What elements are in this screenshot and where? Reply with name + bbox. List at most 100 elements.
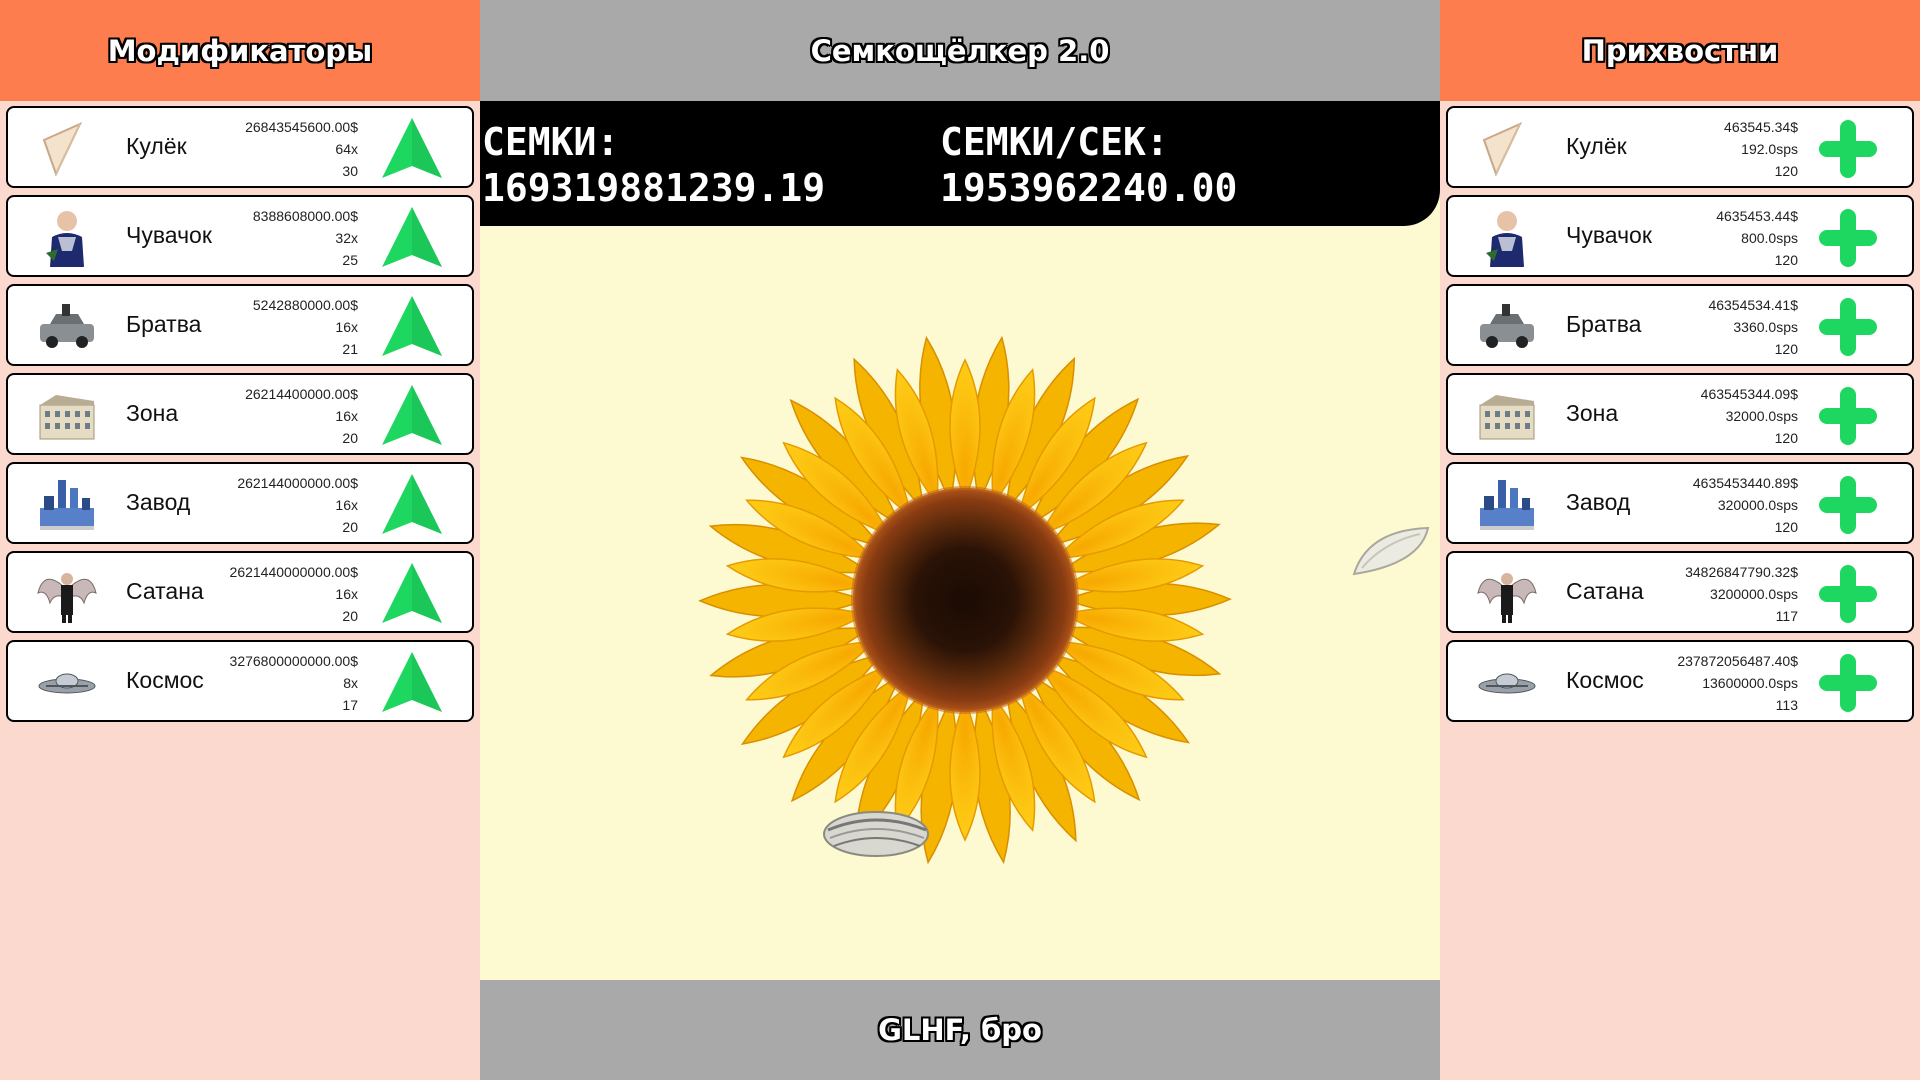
buy-button[interactable] (1816, 294, 1880, 360)
paper-cone-icon (1476, 118, 1538, 180)
item-name: Завод (1566, 489, 1631, 515)
rate-value: 1953962240.00 (940, 166, 1238, 210)
buy-button[interactable] (1816, 650, 1880, 716)
item-multiplier: 16x (335, 408, 358, 424)
item-price: 34826847790.32$ (1685, 564, 1798, 580)
item-count: 117 (1775, 608, 1798, 624)
item-price: 463545.34$ (1724, 119, 1798, 135)
minions-panel: Прихвостни Кулёк 463545.34$ 192.0sps 120 Чув… (1440, 0, 1920, 1080)
item-stats: 4635453440.89$ 320000.0sps 120 (1693, 472, 1798, 538)
item-count: 120 (1774, 430, 1798, 446)
minions-list: Кулёк 463545.34$ 192.0sps 120 Чувачок 4635453… (1446, 106, 1914, 729)
upgrade-button[interactable] (380, 650, 444, 716)
item-stats: 4635453.44$ 800.0sps 120 (1716, 205, 1798, 271)
item-level: 20 (342, 608, 358, 624)
buy-button[interactable] (1816, 472, 1880, 538)
item-level: 30 (342, 163, 358, 179)
item-stats: 34826847790.32$ 3200000.0sps 117 (1685, 561, 1798, 627)
item-price: 2621440000000.00$ (229, 564, 358, 580)
upgrade-button[interactable] (380, 205, 444, 271)
item-price: 4635453440.89$ (1692, 475, 1798, 491)
minion-card: Космос 237872056487.40$ 13600000.0sps 113 (1446, 640, 1914, 722)
ufo-icon (1476, 652, 1538, 714)
item-multiplier: 16x (335, 586, 358, 602)
car-icon (36, 296, 98, 358)
item-count: 120 (1774, 519, 1798, 535)
modifier-card: Сатана 2621440000000.00$ 16x 20 (6, 551, 474, 633)
dude-icon (1476, 207, 1538, 269)
seeds-label: СЕМКИ: (482, 120, 620, 164)
item-count: 113 (1775, 697, 1798, 713)
item-stats: 237872056487.40$ 13600000.0sps 113 (1677, 650, 1798, 716)
upgrade-button[interactable] (380, 383, 444, 449)
item-price: 5242880000.00$ (252, 297, 358, 313)
item-count: 120 (1774, 341, 1798, 357)
item-rate: 3200000.0sps (1710, 586, 1798, 602)
upgrade-button[interactable] (380, 116, 444, 182)
winged-man-icon (36, 563, 98, 625)
item-rate: 3360.0sps (1733, 319, 1798, 335)
item-price: 8388608000.00$ (252, 208, 358, 224)
item-stats: 5242880000.00$ 16x 21 (253, 294, 358, 360)
item-name: Сатана (1566, 578, 1644, 604)
buy-button[interactable] (1816, 561, 1880, 627)
ufo-icon (36, 652, 98, 714)
item-name: Зона (126, 400, 179, 426)
item-stats: 26214400000.00$ 16x 20 (245, 383, 358, 449)
minion-card: Чувачок 4635453.44$ 800.0sps 120 (1446, 195, 1914, 277)
buy-button[interactable] (1816, 383, 1880, 449)
minion-card: Братва 46354534.41$ 3360.0sps 120 (1446, 284, 1914, 366)
winged-man-icon (1476, 563, 1538, 625)
seeds-value: 169319881239.19 (482, 166, 826, 210)
seeds-counter: СЕМКИ: 169319881239.19 (482, 119, 825, 211)
minion-card: Зона 463545344.09$ 32000.0sps 120 (1446, 373, 1914, 455)
item-multiplier: 32x (335, 230, 358, 246)
stats-bar: СЕМКИ: 169319881239.19 СЕМКИ/СЕК: 195396… (480, 101, 1440, 226)
factory-icon (36, 474, 98, 536)
item-level: 20 (342, 430, 358, 446)
item-stats: 463545344.09$ 32000.0sps 120 (1701, 383, 1798, 449)
minion-card: Завод 4635453440.89$ 320000.0sps 120 (1446, 462, 1914, 544)
prison-building-icon (36, 385, 98, 447)
rate-label: СЕМКИ/СЕК: (940, 120, 1169, 164)
item-price: 4635453.44$ (1716, 208, 1798, 224)
item-rate: 32000.0sps (1725, 408, 1798, 424)
seed-icon (1352, 526, 1430, 576)
item-multiplier: 8x (343, 675, 358, 691)
modifier-card: Зона 26214400000.00$ 16x 20 (6, 373, 474, 455)
modifiers-list: Кулёк 26843545600.00$ 64x 30 Чувачок 83886080… (6, 106, 474, 729)
minions-title: Прихвостни (1440, 0, 1920, 101)
sunflower-icon[interactable] (685, 320, 1245, 880)
upgrade-button[interactable] (380, 472, 444, 538)
item-level: 21 (342, 341, 358, 357)
item-level: 25 (342, 252, 358, 268)
item-multiplier: 16x (335, 497, 358, 513)
item-rate: 192.0sps (1741, 141, 1798, 157)
upgrade-button[interactable] (380, 561, 444, 627)
item-multiplier: 64x (335, 141, 358, 157)
modifier-card: Завод 262144000000.00$ 16x 20 (6, 462, 474, 544)
upgrade-button[interactable] (380, 294, 444, 360)
item-stats: 26843545600.00$ 64x 30 (245, 116, 358, 182)
buy-button[interactable] (1816, 116, 1880, 182)
item-stats: 463545.34$ 192.0sps 120 (1724, 116, 1798, 182)
minion-card: Кулёк 463545.34$ 192.0sps 120 (1446, 106, 1914, 188)
item-rate: 320000.0sps (1717, 497, 1798, 513)
game-title: Семкощёлкер 2.0 (480, 0, 1440, 101)
minion-card: Сатана 34826847790.32$ 3200000.0sps 117 (1446, 551, 1914, 633)
item-name: Зона (1566, 400, 1619, 426)
item-stats: 262144000000.00$ 16x 20 (237, 472, 358, 538)
modifier-card: Чувачок 8388608000.00$ 32x 25 (6, 195, 474, 277)
item-name: Чувачок (1566, 222, 1652, 248)
item-name: Сатана (126, 578, 204, 604)
modifier-card: Братва 5242880000.00$ 16x 21 (6, 284, 474, 366)
item-price: 46354534.41$ (1708, 297, 1798, 313)
item-name: Братва (126, 311, 202, 337)
item-name: Кулёк (126, 133, 187, 159)
buy-button[interactable] (1816, 205, 1880, 271)
factory-icon (1476, 474, 1538, 536)
item-name: Завод (126, 489, 191, 515)
item-name: Чувачок (126, 222, 212, 248)
dude-icon (36, 207, 98, 269)
footer-text: GLHF, бро (480, 980, 1440, 1080)
